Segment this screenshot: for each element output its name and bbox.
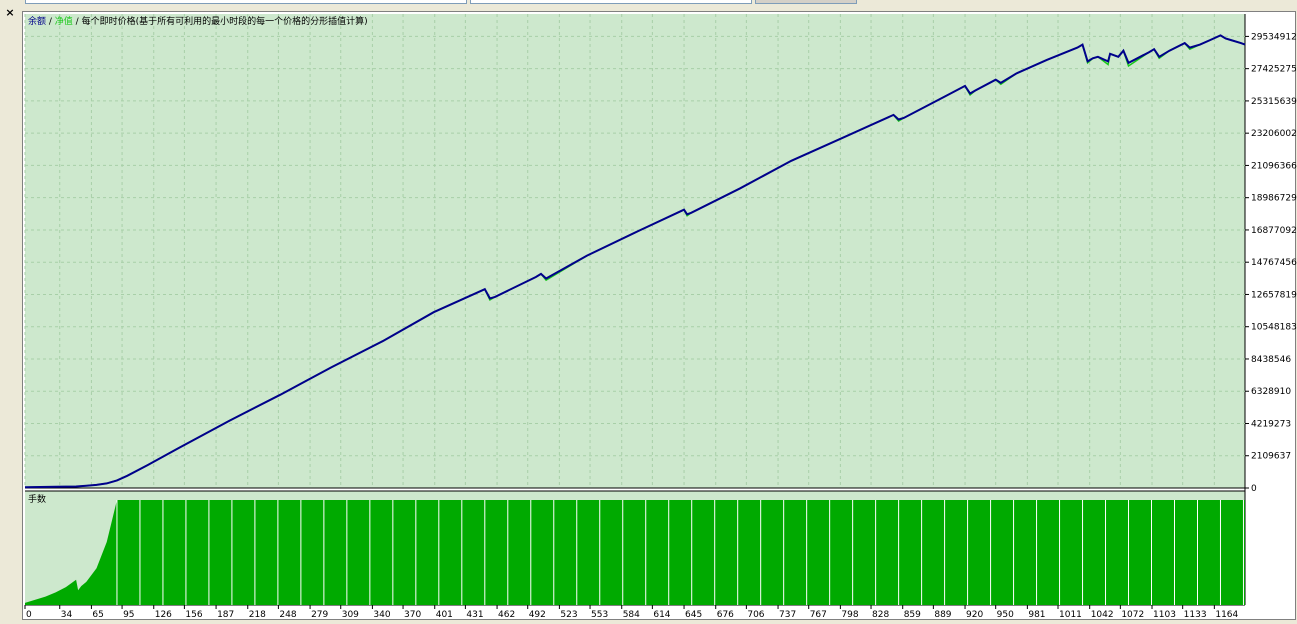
legend-mode: 每个即时价格(基于所有可利用的最小时段的每一个价格的分形插值计算) bbox=[82, 15, 368, 27]
x-tick-label: 584 bbox=[623, 610, 640, 620]
chart-svg: 0 2109637 4219273 6328910 8438546 10548183 126… bbox=[24, 14, 1297, 620]
x-tick-label: 614 bbox=[653, 610, 670, 620]
x-tick-label: 676 bbox=[717, 610, 734, 620]
legend-balance: 余额 bbox=[28, 15, 46, 27]
x-tick-label: 1164 bbox=[1215, 610, 1238, 620]
x-tick-label: 431 bbox=[466, 610, 483, 620]
x-tick-label: 889 bbox=[934, 610, 951, 620]
legend-sep-1: / bbox=[46, 17, 55, 27]
y-tick-label: 6328910 bbox=[1251, 387, 1291, 397]
x-tick-label: 553 bbox=[591, 610, 608, 620]
lots-layer bbox=[25, 500, 1245, 605]
x-tick-label: 462 bbox=[498, 610, 515, 620]
y-tick-label: 23206002 bbox=[1251, 129, 1297, 139]
main-plot-bg bbox=[25, 14, 1245, 488]
y-tick-layer: 0 2109637 4219273 6328910 8438546 10548183 126… bbox=[1245, 32, 1297, 494]
x-tick-label: 0 bbox=[26, 610, 32, 620]
y-tick-label: 2109637 bbox=[1251, 452, 1291, 462]
x-tick-label: 828 bbox=[872, 610, 889, 620]
x-tick-label: 309 bbox=[342, 610, 359, 620]
x-tick-label: 248 bbox=[279, 610, 296, 620]
x-tick-label: 706 bbox=[747, 610, 764, 620]
x-tick-label: 156 bbox=[185, 610, 202, 620]
legend-equity: 净值 bbox=[55, 15, 73, 27]
y-tick-label: 21096366 bbox=[1251, 161, 1297, 171]
x-tick-label: 1011 bbox=[1059, 610, 1082, 620]
x-tick-label: 767 bbox=[810, 610, 827, 620]
y-tick-label: 0 bbox=[1251, 484, 1257, 494]
x-tick-label: 1072 bbox=[1121, 610, 1144, 620]
chart-frame: 0 2109637 4219273 6328910 8438546 10548183 126… bbox=[22, 11, 1297, 620]
y-tick-label: 14767456 bbox=[1251, 258, 1297, 268]
tab-stub-mid bbox=[470, 0, 752, 4]
bottom-strip bbox=[0, 620, 1297, 624]
x-tick-label: 798 bbox=[841, 610, 858, 620]
x-tick-label: 126 bbox=[155, 610, 172, 620]
x-tick-label: 279 bbox=[311, 610, 328, 620]
x-tick-label: 920 bbox=[966, 610, 983, 620]
x-tick-label: 737 bbox=[779, 610, 796, 620]
y-tick-label: 16877092 bbox=[1251, 226, 1297, 236]
x-tick-label: 523 bbox=[560, 610, 577, 620]
y-tick-label: 27425275 bbox=[1251, 65, 1297, 75]
y-tick-label: 29534912 bbox=[1251, 32, 1297, 42]
x-tick-label: 340 bbox=[373, 610, 390, 620]
x-tick-label: 187 bbox=[217, 610, 234, 620]
x-tick-label: 859 bbox=[904, 610, 921, 620]
x-tick-label: 218 bbox=[249, 610, 266, 620]
x-tick-label: 1103 bbox=[1153, 610, 1176, 620]
x-tick-label: 370 bbox=[404, 610, 421, 620]
x-tick-label: 492 bbox=[529, 610, 546, 620]
tab-stub-left bbox=[25, 0, 467, 4]
x-tick-label: 34 bbox=[61, 610, 73, 620]
x-tick-layer: 0 34 65 95 126 156 187 218 248 279 309 340 370 401 431… bbox=[24, 605, 1239, 620]
x-tick-label: 1042 bbox=[1091, 610, 1114, 620]
x-tick-label: 645 bbox=[685, 610, 702, 620]
y-tick-label: 25315639 bbox=[1251, 97, 1297, 107]
x-tick-label: 1133 bbox=[1184, 610, 1207, 620]
x-tick-label: 65 bbox=[92, 610, 103, 620]
legend-sep-2: / bbox=[73, 17, 82, 27]
x-tick-label: 95 bbox=[123, 610, 134, 620]
x-tick-label: 981 bbox=[1028, 610, 1045, 620]
y-tick-label: 10548183 bbox=[1251, 323, 1297, 333]
close-button[interactable]: × bbox=[3, 6, 17, 20]
x-tick-label: 950 bbox=[997, 610, 1014, 620]
y-tick-label: 8438546 bbox=[1251, 355, 1291, 365]
y-tick-label: 18986729 bbox=[1251, 194, 1297, 204]
y-tick-label: 4219273 bbox=[1251, 419, 1291, 429]
legend: 余额 / 净值 / 每个即时价格(基于所有可利用的最小时段的每一个价格的分形插值… bbox=[28, 15, 368, 27]
lots-panel-title: 手数 bbox=[28, 493, 46, 505]
left-gutter bbox=[0, 5, 22, 624]
lots-area bbox=[25, 500, 1245, 605]
top-strip bbox=[0, 0, 1297, 5]
x-tick-label: 401 bbox=[436, 610, 453, 620]
tab-stub-right bbox=[755, 0, 857, 4]
y-tick-label: 12657819 bbox=[1251, 290, 1297, 300]
